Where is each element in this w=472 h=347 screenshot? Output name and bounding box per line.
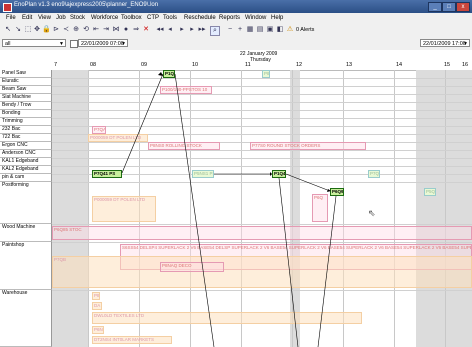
dependency-line [174, 73, 215, 347]
arrow-head [158, 72, 163, 76]
dependency-line [285, 173, 331, 192]
arrow-head [270, 172, 272, 176]
dependency-line [278, 177, 299, 347]
arrow-head [327, 189, 331, 192]
dependency-line [121, 73, 164, 174]
dependency-lines [121, 72, 337, 347]
dependency-line [317, 195, 337, 347]
mouse-cursor-icon: ⇖ [368, 208, 376, 218]
